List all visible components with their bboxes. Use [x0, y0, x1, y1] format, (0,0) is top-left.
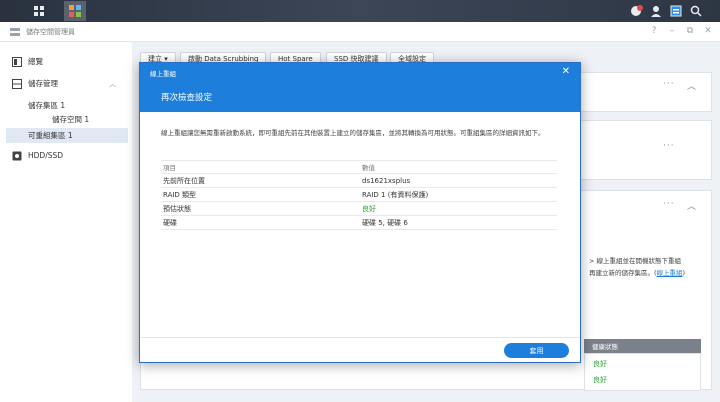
sidebar-item-assemblable-pool-1[interactable]: 可重組集區 1	[6, 128, 128, 143]
panel-info-tail: )	[682, 269, 686, 277]
row-value: ds1621xsplus	[362, 176, 411, 185]
health-status: 良好	[593, 376, 607, 384]
minimize-icon[interactable]: –	[666, 26, 678, 36]
user-button[interactable]	[648, 3, 664, 19]
search-button[interactable]	[688, 3, 704, 19]
dialog-footer-divider	[140, 337, 580, 338]
online-assemble-link[interactable]: 線上重組	[657, 269, 683, 277]
chevron-up-icon[interactable]: ︿	[687, 199, 697, 212]
storage-icon	[12, 78, 22, 89]
close-icon[interactable]: ✕	[562, 66, 570, 77]
panel-info-line-2: 再建立新的儲存集區。(線上重組)	[589, 267, 685, 277]
table-row: RAID 類型 RAID 1 (有資料保護)	[161, 188, 557, 202]
sidebar-item-storage[interactable]: 儲存管理 ︿	[6, 76, 128, 91]
row-item: RAID 類型	[163, 190, 197, 199]
sidebar-item-label: 可重組集區 1	[28, 131, 73, 140]
table-row: 硬碟 硬碟 5, 硬碟 6	[161, 216, 557, 230]
column-header-item: 項目	[163, 164, 176, 172]
user-icon	[651, 6, 661, 17]
dialog-description: 線上重組讓您無需重新啟動系統，即可重組先前在其他裝置上建立的儲存集區，並將其轉換…	[161, 129, 545, 137]
sidebar-item-overview[interactable]: 總覽	[6, 54, 128, 69]
row-value-status: 良好	[362, 204, 376, 213]
table-row: 預估狀態 良好	[161, 202, 557, 216]
close-icon[interactable]: ✕	[702, 26, 714, 36]
sidebar-item-volume-1[interactable]: 儲存空間 1	[6, 112, 128, 127]
table-row: 先前所在位置 ds1621xsplus	[161, 174, 557, 188]
storage-app-icon	[69, 5, 81, 17]
sidebar-item-label: 總覽	[28, 57, 43, 66]
main-menu-button[interactable]	[28, 1, 50, 21]
overview-icon	[12, 56, 22, 67]
more-icon[interactable]: ···	[663, 79, 675, 89]
chat-bubble-icon	[630, 4, 643, 16]
health-status: 良好	[593, 360, 607, 368]
window-title: 儲存空間管理員	[26, 28, 75, 36]
row-item: 先前所在位置	[163, 176, 205, 185]
widgets-button[interactable]	[668, 3, 684, 19]
wizard-title: 線上重組	[150, 70, 176, 78]
row-value: RAID 1 (有資料保護)	[362, 190, 429, 199]
help-icon[interactable]: ?	[648, 26, 660, 36]
hdd-icon	[12, 151, 22, 160]
sidebar-item-hdd-ssd[interactable]: HDD/SSD	[6, 148, 128, 163]
apply-button[interactable]: 套用	[504, 343, 569, 358]
sidebar: 總覽 儲存管理 ︿ 儲存集區 1 儲存空間 1 可重組集區 1 HDD/SSD	[0, 42, 132, 402]
notification-button[interactable]	[628, 3, 644, 19]
window-titlebar: 儲存空間管理員 ? – ⧉ ✕	[0, 22, 720, 42]
grid-icon	[34, 6, 44, 16]
sidebar-item-label: 儲存集區 1	[28, 101, 66, 110]
health-column-body: 良好 良好	[584, 353, 701, 391]
sidebar-item-label: 儲存空間 1	[52, 115, 90, 124]
panel-info-line-1: > 線上重組並在開機狀態下重組	[589, 257, 682, 265]
search-icon	[690, 5, 702, 17]
chevron-up-icon[interactable]: ︿	[109, 79, 116, 89]
step-title: 再次檢查設定	[161, 93, 213, 103]
sidebar-item-storage-pool-1[interactable]: 儲存集區 1	[6, 98, 128, 113]
sidebar-item-label: 儲存管理	[28, 79, 58, 88]
health-column-header: 健康狀態	[584, 339, 701, 353]
storage-manager-taskbar-button[interactable]	[64, 1, 86, 21]
more-icon[interactable]: ···	[663, 199, 675, 209]
online-assemble-dialog: 線上重組 ✕ 再次檢查設定 線上重組讓您無需重新啟動系統，即可重組先前在其他裝置…	[139, 62, 581, 363]
taskbar	[0, 0, 720, 22]
row-value: 硬碟 5, 硬碟 6	[362, 218, 408, 227]
column-header-value: 數值	[362, 164, 375, 172]
more-icon[interactable]: ···	[663, 141, 675, 151]
row-item: 預估狀態	[163, 204, 191, 213]
chevron-up-icon[interactable]: ︿	[687, 79, 697, 92]
widgets-icon	[670, 5, 682, 17]
sidebar-item-label: HDD/SSD	[28, 151, 64, 160]
panel-info-text: 再建立新的儲存集區。(	[589, 269, 657, 277]
restore-icon[interactable]: ⧉	[684, 26, 696, 36]
dialog-header: 線上重組 ✕ 再次檢查設定	[140, 63, 580, 112]
row-item: 硬碟	[163, 218, 177, 227]
table-header: 項目 數值	[161, 160, 557, 174]
settings-table: 項目 數值 先前所在位置 ds1621xsplus RAID 類型 RAID 1…	[161, 160, 557, 230]
storage-app-small-icon	[10, 28, 20, 36]
